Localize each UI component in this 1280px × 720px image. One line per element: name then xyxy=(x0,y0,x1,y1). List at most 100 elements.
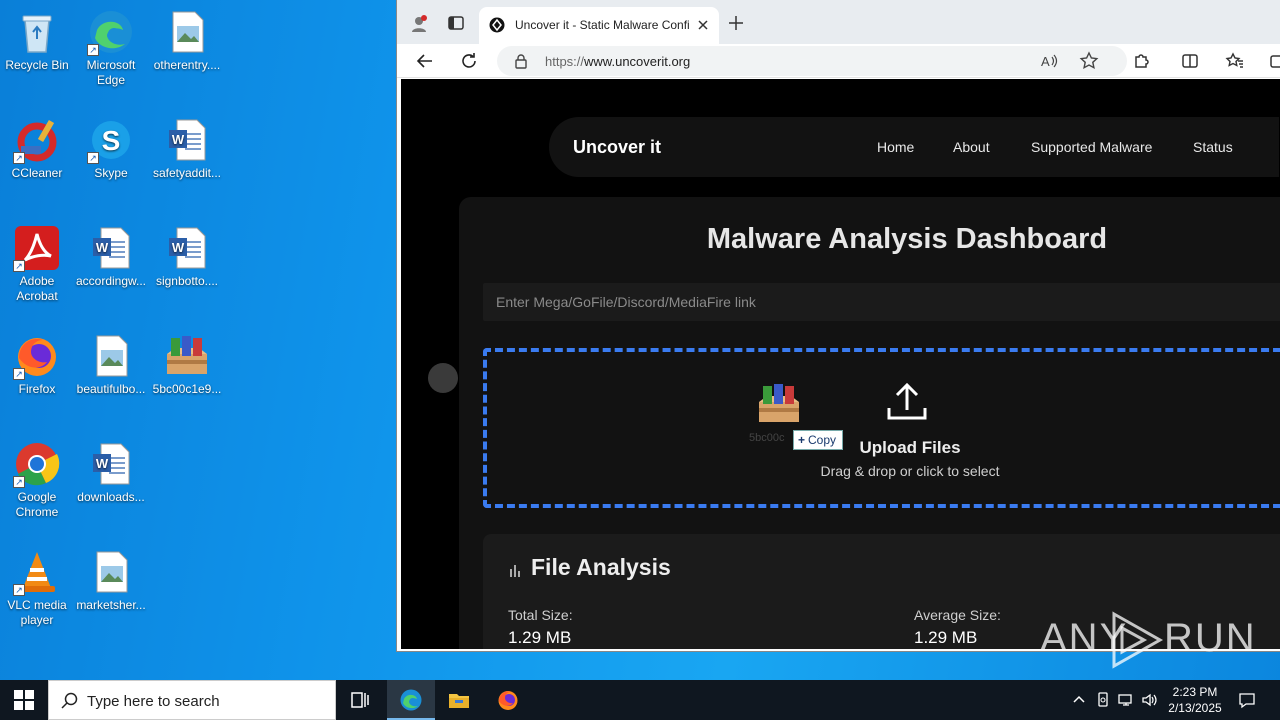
average-size-label: Average Size: xyxy=(914,607,1001,623)
refresh-icon xyxy=(462,53,476,68)
back-button[interactable] xyxy=(415,51,435,71)
image-file-icon xyxy=(96,551,128,593)
desktop-icon-downloads[interactable]: W downloads... xyxy=(74,440,148,505)
show-hidden-icons[interactable] xyxy=(1070,691,1088,709)
taskbar-search[interactable] xyxy=(48,680,336,720)
desktop-icon-label: marketsher... xyxy=(76,598,146,612)
upload-icon xyxy=(887,382,927,420)
desktop-icon-google-chrome[interactable]: ↗ Google Chrome xyxy=(0,440,74,520)
read-aloud-button[interactable]: A xyxy=(1039,51,1059,71)
site-favicon-icon xyxy=(489,17,505,33)
taskbar-search-input[interactable] xyxy=(87,691,327,711)
extensions-button[interactable] xyxy=(1132,51,1152,71)
notification-icon xyxy=(1239,693,1255,709)
total-size-label: Total Size: xyxy=(508,607,573,623)
split-screen-button[interactable] xyxy=(1180,51,1200,71)
taskbar-firefox[interactable] xyxy=(484,680,532,720)
action-center-button[interactable] xyxy=(1238,691,1256,709)
desktop-icon-label: Microsoft Edge xyxy=(86,58,136,87)
desktop-icon-label: Firefox xyxy=(18,382,56,396)
profile-icon[interactable] xyxy=(409,14,429,34)
tray-network[interactable] xyxy=(1117,691,1135,709)
desktop-icon-signbotto[interactable]: W signbotto.... xyxy=(150,224,224,289)
desktop-icon-5bc00c1e9[interactable]: 5bc00c1e9... xyxy=(150,332,224,397)
shortcut-arrow-icon: ↗ xyxy=(13,260,25,272)
address-bar[interactable]: https://www.uncoverit.org xyxy=(497,46,1127,76)
folder-icon xyxy=(449,694,469,708)
browser-tab-active[interactable]: Uncover it - Static Malware Confi xyxy=(479,7,719,44)
tray-volume[interactable] xyxy=(1141,691,1159,709)
upload-title: Upload Files xyxy=(859,438,961,457)
svg-text:W: W xyxy=(172,132,185,147)
browser-toolbar: https://www.uncoverit.org A xyxy=(397,44,1280,78)
desktop-icon-edge[interactable]: ↗ Microsoft Edge xyxy=(74,8,148,88)
dashboard-title: Malware Analysis Dashboard xyxy=(706,223,1108,255)
svg-text:W: W xyxy=(96,240,109,255)
taskbar-clock[interactable]: 2:23 PM 2/13/2025 xyxy=(1162,684,1228,716)
desktop-icon-label: accordingw... xyxy=(75,274,147,288)
desktop-icon-label: VLC media player xyxy=(7,598,67,627)
tab-actions-icon[interactable] xyxy=(447,14,465,32)
tray-device[interactable] xyxy=(1094,691,1112,709)
watermark-right-text: RUN xyxy=(1164,616,1257,660)
edge-icon xyxy=(400,689,422,711)
taskbar-file-explorer[interactable] xyxy=(435,680,483,720)
play-logo-icon xyxy=(1112,611,1164,669)
scroll-indicator[interactable] xyxy=(428,363,458,393)
close-tab-icon[interactable] xyxy=(695,17,711,33)
collections-button[interactable] xyxy=(1267,51,1280,71)
url-protocol: https:// xyxy=(545,54,585,69)
desktop-icon-ccleaner[interactable]: ↗ CCleaner xyxy=(0,116,74,181)
desktop-icon-accordingw[interactable]: W accordingw... xyxy=(74,224,148,289)
desktop-icon-label: Adobe Acrobat xyxy=(16,274,58,303)
desktop-icon-label: safetyaddit... xyxy=(152,166,222,180)
shortcut-arrow-icon: ↗ xyxy=(87,152,99,164)
link-input[interactable] xyxy=(483,283,1280,321)
favorite-button[interactable] xyxy=(1079,51,1099,71)
desktop-icon-otherentry[interactable]: otherentry.... xyxy=(150,8,224,73)
taskbar-edge[interactable] xyxy=(387,680,435,720)
favorites-icon xyxy=(1225,52,1243,68)
desktop-icon-recycle-bin[interactable]: Recycle Bin xyxy=(0,8,74,73)
clock-date: 2/13/2025 xyxy=(1168,701,1222,715)
desktop-icon-skype[interactable]: S ↗ Skype xyxy=(74,116,148,181)
desktop-icon-label: Skype xyxy=(94,166,128,180)
average-size-value: 1.29 MB xyxy=(914,628,978,647)
address-url[interactable]: https://www.uncoverit.org xyxy=(545,54,690,69)
task-view-button[interactable] xyxy=(336,680,384,720)
word-doc-icon: W xyxy=(93,227,130,269)
nav-link-status[interactable]: Status xyxy=(1193,139,1233,155)
puzzle-icon xyxy=(1135,54,1149,68)
total-size-value: 1.29 MB xyxy=(508,628,572,647)
desktop-icon-adobe-acrobat[interactable]: ↗ Adobe Acrobat xyxy=(0,224,74,304)
anyrun-watermark: ANY RUN xyxy=(1040,610,1255,670)
desktop-icon-beautifulbo[interactable]: beautifulbo... xyxy=(74,332,148,397)
new-tab-icon[interactable] xyxy=(727,14,745,32)
desktop-icon-label: signbotto.... xyxy=(155,274,219,288)
upload-dropzone[interactable]: 5bc00c + Copy Upload Files Drag & drop or… xyxy=(483,348,1280,508)
svg-text:W: W xyxy=(96,456,109,471)
back-arrow-icon xyxy=(416,54,432,68)
desktop-icon-label: downloads... xyxy=(77,490,145,504)
desktop-icon-vlc[interactable]: ↗ VLC media player xyxy=(0,548,74,628)
refresh-button[interactable] xyxy=(459,51,479,71)
nav-link-about[interactable]: About xyxy=(953,139,990,155)
lock-icon[interactable] xyxy=(513,53,529,69)
favorites-button[interactable] xyxy=(1225,51,1245,71)
star-icon xyxy=(1079,51,1099,70)
windows-start-icon[interactable] xyxy=(14,690,34,710)
search-icon xyxy=(61,692,78,709)
volume-icon xyxy=(1142,693,1157,707)
desktop-icon-firefox[interactable]: ↗ Firefox xyxy=(0,332,74,397)
site-navbar: Uncover it Home About Supported Malware … xyxy=(549,117,1279,177)
shortcut-arrow-icon: ↗ xyxy=(13,152,25,164)
shortcut-arrow-icon: ↗ xyxy=(13,476,25,488)
desktop-icon-label: CCleaner xyxy=(11,166,63,180)
image-file-icon xyxy=(96,335,128,377)
nav-link-home[interactable]: Home xyxy=(877,139,914,155)
desktop-icon-marketsher[interactable]: marketsher... xyxy=(74,548,148,613)
desktop-icon-safetyaddit[interactable]: W safetyaddit... xyxy=(150,116,224,181)
nav-link-supported-malware[interactable]: Supported Malware xyxy=(1031,139,1152,155)
taskbar: 2:23 PM 2/13/2025 xyxy=(0,680,1280,720)
site-brand[interactable]: Uncover it xyxy=(573,137,661,158)
